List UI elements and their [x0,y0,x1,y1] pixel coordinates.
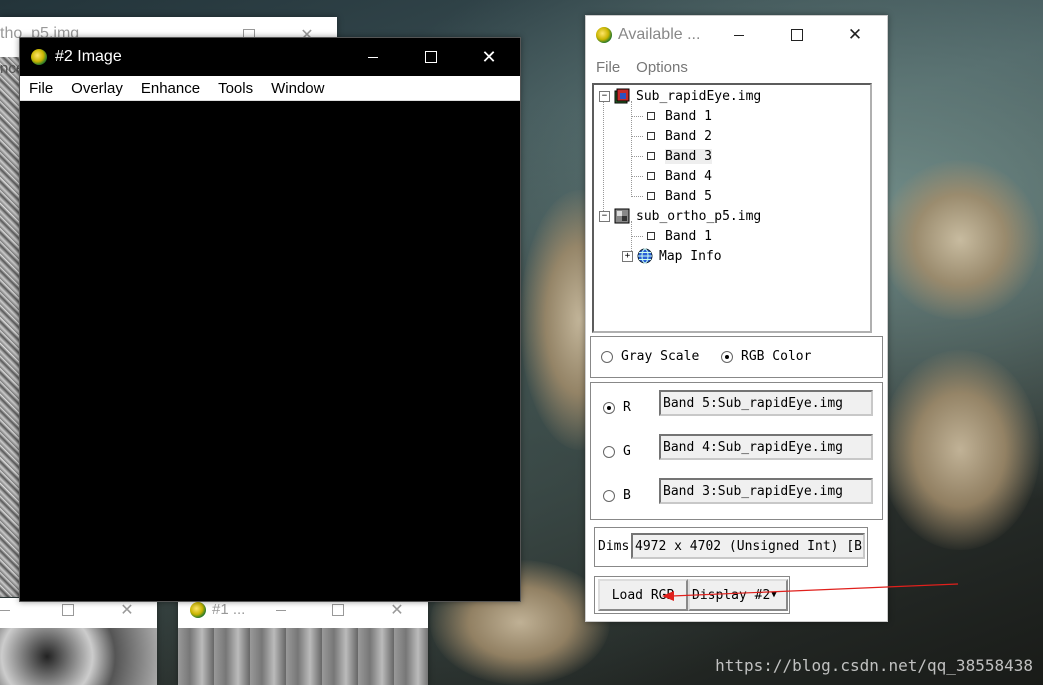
watermark: https://blog.csdn.net/qq_38558438 [715,656,1033,675]
annotation-arrow [662,583,959,601]
